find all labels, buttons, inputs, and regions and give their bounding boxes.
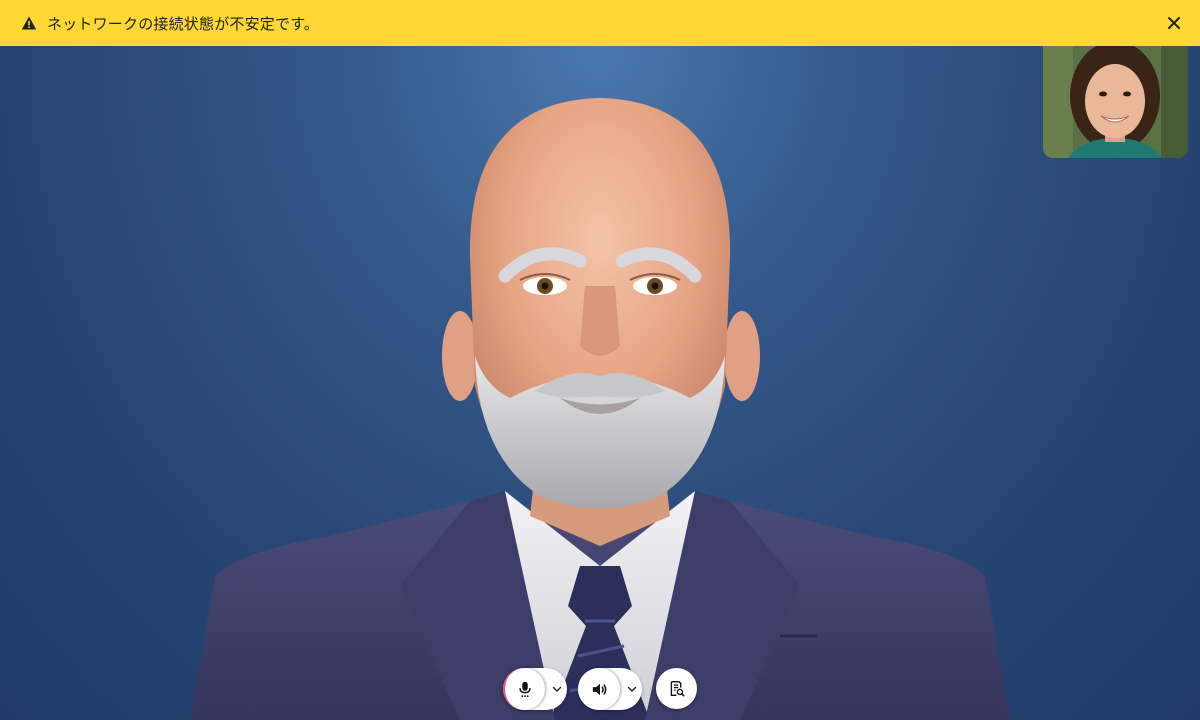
close-icon [1168,17,1180,29]
microphone-options-dropdown[interactable] [546,668,568,710]
network-warning-banner: ネットワークの接続状態が不安定です。 [0,0,1200,46]
speaker-options-dropdown[interactable] [621,668,643,710]
self-view-avatar [1043,46,1188,158]
call-controls [0,668,1200,710]
warning-icon [21,15,37,31]
speaker-control [578,668,642,710]
video-stage [0,46,1200,720]
transcript-button[interactable] [656,668,697,709]
speaker-button[interactable] [578,668,620,710]
microphone-button[interactable] [503,668,545,710]
chevron-down-icon [552,686,562,692]
self-view-thumbnail [1043,46,1188,158]
microphone-icon [519,681,531,698]
banner-message: ネットワークの接続状態が不安定です。 [47,14,320,33]
microphone-control [503,668,567,710]
speaker-icon [592,683,606,695]
digital-human-avatar [190,98,1010,720]
chevron-down-icon [627,686,637,692]
close-banner-button[interactable] [1167,16,1181,30]
transcript-search-icon [670,681,685,697]
